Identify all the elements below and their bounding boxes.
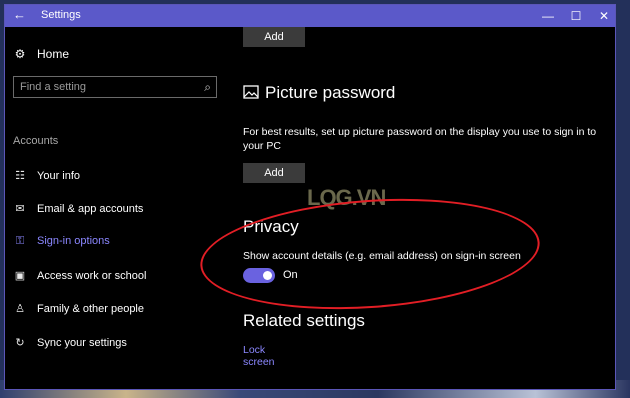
maximize-button[interactable]: ☐ [561,5,591,27]
add-button-top[interactable]: Add [243,27,305,47]
sidebar-item-label: Sign-in options [37,235,110,247]
home-label: Home [37,47,70,61]
title-bar: ← Settings — ☐ ✕ [5,5,615,27]
key-icon: ⚿ [15,235,25,247]
picture-password-title: Picture password [265,83,396,102]
search-placeholder: Find a setting [20,81,87,93]
home-nav-item[interactable]: ⚙ Home [13,47,69,67]
mail-icon: ✉ [15,203,25,215]
picture-password-heading: Picture password [243,83,395,103]
section-header-accounts: Accounts [13,135,59,147]
annotation-circle [196,188,544,320]
close-button[interactable]: ✕ [589,5,615,27]
window-title: Settings [41,9,81,21]
sidebar-item-sign-in-options[interactable]: ⚿ Sign-in options [13,235,110,255]
sidebar-item-family-other-people[interactable]: ♙ Family & other people [13,302,144,322]
sidebar-item-email-app-accounts[interactable]: ✉ Email & app accounts [13,202,143,222]
sidebar: ⚙ Home Find a setting ⌕ Accounts ☷ Your in… [5,27,227,389]
sync-icon: ↻ [15,337,25,349]
gear-icon: ⚙ [14,47,26,61]
sidebar-item-label: Sync your settings [37,337,127,349]
lock-screen-link[interactable]: Lock screen [243,344,275,368]
sidebar-item-access-work-school[interactable]: ▣ Access work or school [13,269,147,289]
contact-card-icon: ☷ [15,170,25,182]
sidebar-item-your-info[interactable]: ☷ Your info [13,169,80,189]
picture-password-description: For best results, set up picture passwor… [243,126,597,152]
add-picture-password-button[interactable]: Add [243,163,305,183]
sidebar-item-label: Access work or school [37,270,147,282]
person-icon: ♙ [15,303,25,315]
sidebar-item-label: Email & app accounts [37,203,144,215]
back-arrow-icon[interactable]: ← [13,7,26,22]
settings-window: ← Settings — ☐ ✕ ⚙ Home Find a setting ⌕ … [4,4,616,390]
sidebar-item-sync-settings[interactable]: ↻ Sync your settings [13,336,127,356]
sidebar-item-label: Family & other people [37,303,144,315]
picture-icon [243,85,259,99]
search-icon[interactable]: ⌕ [204,77,211,97]
related-settings-heading: Related settings [243,311,365,330]
search-input[interactable]: Find a setting ⌕ [13,76,217,98]
briefcase-icon: ▣ [14,270,26,282]
minimize-button[interactable]: — [533,5,563,27]
sidebar-item-label: Your info [37,170,81,182]
